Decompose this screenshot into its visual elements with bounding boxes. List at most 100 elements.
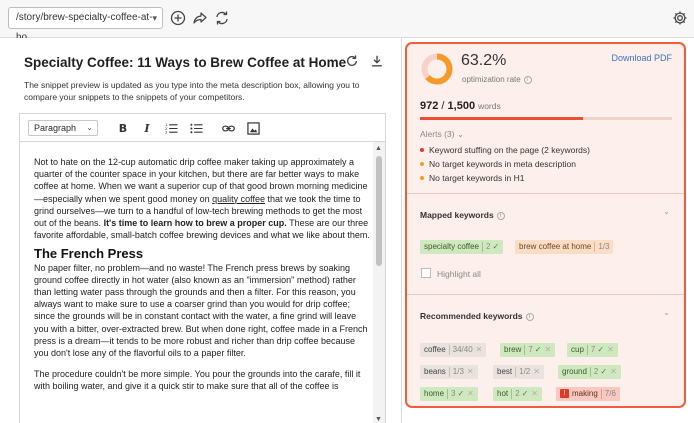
mapped-keywords-heading: Mapped keywords i [420, 210, 505, 220]
keyword-count: 2 [486, 242, 491, 251]
scroll-up-icon[interactable]: ▲ [375, 145, 382, 152]
bold-button[interactable]: B [115, 120, 131, 136]
remove-icon[interactable]: ✕ [531, 389, 538, 398]
keyword-text: ground [562, 367, 587, 376]
divider [407, 294, 684, 295]
check-icon: ✓ [521, 389, 529, 398]
check-icon: ✓ [534, 345, 542, 354]
keyword-chip[interactable]: home 3 ✓ ✕ [420, 387, 478, 401]
image-icon[interactable] [245, 120, 261, 136]
alerts-toggle[interactable]: Alerts (3) ⌄ [420, 129, 464, 140]
bullet-list-icon[interactable] [188, 120, 204, 136]
download-pdf-link[interactable]: Download PDF [611, 53, 672, 63]
info-icon[interactable]: i [525, 312, 534, 321]
keyword-text: cup [571, 345, 584, 354]
alert-dot-icon [420, 162, 424, 166]
alert-item: Keyword stuffing on the page (2 keywords… [420, 143, 590, 157]
quality-coffee-link[interactable]: quality coffee [212, 194, 265, 204]
editor-toolbar: Paragraph ⌄ B I 123 [20, 114, 385, 142]
word-count: 972 / 1,500 words [420, 100, 501, 112]
keyword-chip[interactable]: ! making 7/6 [556, 387, 620, 401]
scroll-down-icon[interactable]: ▼ [375, 416, 382, 423]
keyword-count: 2 [593, 367, 599, 376]
editor-panel: Specialty Coffee: 11 Ways to Brew Coffee… [0, 38, 402, 423]
keyword-text: beans [424, 367, 446, 376]
check-icon: ✓ [457, 389, 465, 398]
warning-icon: ! [560, 389, 569, 399]
keyword-chip[interactable]: brew 7 ✓ ✕ [500, 343, 556, 357]
keyword-chip[interactable]: specialty coffee 2 ✓ [420, 240, 504, 254]
keyword-count: 7/6 [604, 389, 616, 398]
optimization-label: optimization rate i [462, 75, 532, 84]
chevron-down-icon: ▾ [152, 13, 157, 23]
remove-icon[interactable]: ✕ [533, 367, 540, 376]
chevron-down-icon: ⌄ [456, 129, 464, 139]
top-bar: /story/brew-specialty-coffee-at-ho... ▾ [0, 0, 694, 43]
refresh-icon[interactable] [345, 54, 359, 73]
keyword-text: brew [504, 345, 522, 354]
highlight-all-label: Highlight all [437, 269, 481, 279]
keyword-count: 7 [590, 345, 596, 354]
keyword-text: specialty coffee [424, 242, 479, 251]
alert-dot-icon [420, 148, 424, 152]
snippet-description: The snippet preview is updated as you ty… [24, 80, 360, 102]
keyword-text: making [572, 389, 598, 398]
collapse-icon[interactable]: ⌄ [663, 207, 670, 216]
block-format-select[interactable]: Paragraph ⌄ [28, 120, 98, 136]
keyword-chip[interactable]: hot 2 ✓ ✕ [493, 387, 542, 401]
word-progress-fill [420, 117, 584, 120]
rich-text-editor[interactable]: Paragraph ⌄ B I 123 Not to hate on the 1… [19, 113, 386, 423]
collapse-icon[interactable]: ⌄ [663, 308, 670, 317]
link-icon[interactable] [220, 120, 236, 136]
page-title: Specialty Coffee: 11 Ways to Brew Coffee… [24, 55, 347, 70]
url-select[interactable]: /story/brew-specialty-coffee-at-ho... ▾ [8, 7, 163, 43]
divider [407, 193, 684, 194]
keyword-text: coffee [424, 345, 446, 354]
check-icon: ✓ [597, 345, 605, 354]
word-progress-bar [420, 117, 672, 120]
keyword-text: brew coffee at home [519, 242, 592, 251]
keyword-chip[interactable]: beans 1/3 ✕ [420, 365, 478, 379]
remove-icon[interactable]: ✕ [476, 345, 483, 354]
block-format-value: Paragraph [34, 123, 77, 133]
alert-item: No target keywords in meta description [420, 157, 590, 171]
remove-icon[interactable]: ✕ [545, 345, 552, 354]
sync-icon[interactable] [212, 8, 232, 28]
info-icon[interactable]: i [523, 75, 532, 84]
alert-dot-icon [420, 176, 424, 180]
gear-icon[interactable] [670, 8, 690, 28]
remove-icon[interactable]: ✕ [467, 389, 474, 398]
keyword-count: 1/3 [598, 242, 610, 251]
keyword-count: 7 [528, 345, 533, 354]
add-circle-icon[interactable] [168, 8, 188, 28]
seo-panel: 63.2% optimization rate i Download PDF 97… [405, 42, 686, 408]
recommended-keywords-heading: Recommended keywords i [420, 311, 534, 321]
share-icon[interactable] [190, 8, 210, 28]
remove-icon[interactable]: ✕ [610, 367, 617, 376]
editor-scrollbar[interactable]: ▲ ▼ [373, 142, 385, 423]
keyword-count: 2 [515, 389, 520, 398]
check-icon: ✓ [600, 367, 608, 376]
keyword-chip[interactable]: cup 7 ✓ ✕ [567, 343, 618, 357]
optimization-donut-chart [421, 53, 453, 85]
remove-icon[interactable]: ✕ [467, 367, 474, 376]
keyword-chip[interactable]: ground 2 ✓ ✕ [558, 365, 621, 379]
keyword-count: 1/3 [452, 367, 464, 376]
keyword-chip[interactable]: brew coffee at home 1/3 [515, 240, 614, 254]
procedure-paragraph: The procedure couldn't be more simple. Y… [34, 369, 361, 392]
download-icon[interactable] [370, 54, 384, 73]
numbered-list-icon[interactable]: 123 [163, 120, 179, 136]
scroll-thumb[interactable] [376, 156, 382, 266]
keyword-chip[interactable]: coffee 34/40 ✕ [420, 343, 487, 357]
section-heading: The French Press [34, 246, 144, 262]
editor-content[interactable]: Not to hate on the 12-cup automatic drip… [34, 156, 371, 402]
italic-button[interactable]: I [139, 120, 155, 136]
keyword-count: 3 [451, 389, 456, 398]
keyword-count: 1/2 [519, 367, 531, 376]
remove-icon[interactable]: ✕ [607, 345, 614, 354]
highlight-all-checkbox[interactable] [421, 268, 431, 278]
keyword-chip[interactable]: best 1/2 ✕ [493, 365, 544, 379]
chevron-down-icon: ⌄ [86, 123, 93, 132]
info-icon[interactable]: i [496, 211, 505, 220]
optimization-score: 63.2% [461, 52, 507, 69]
